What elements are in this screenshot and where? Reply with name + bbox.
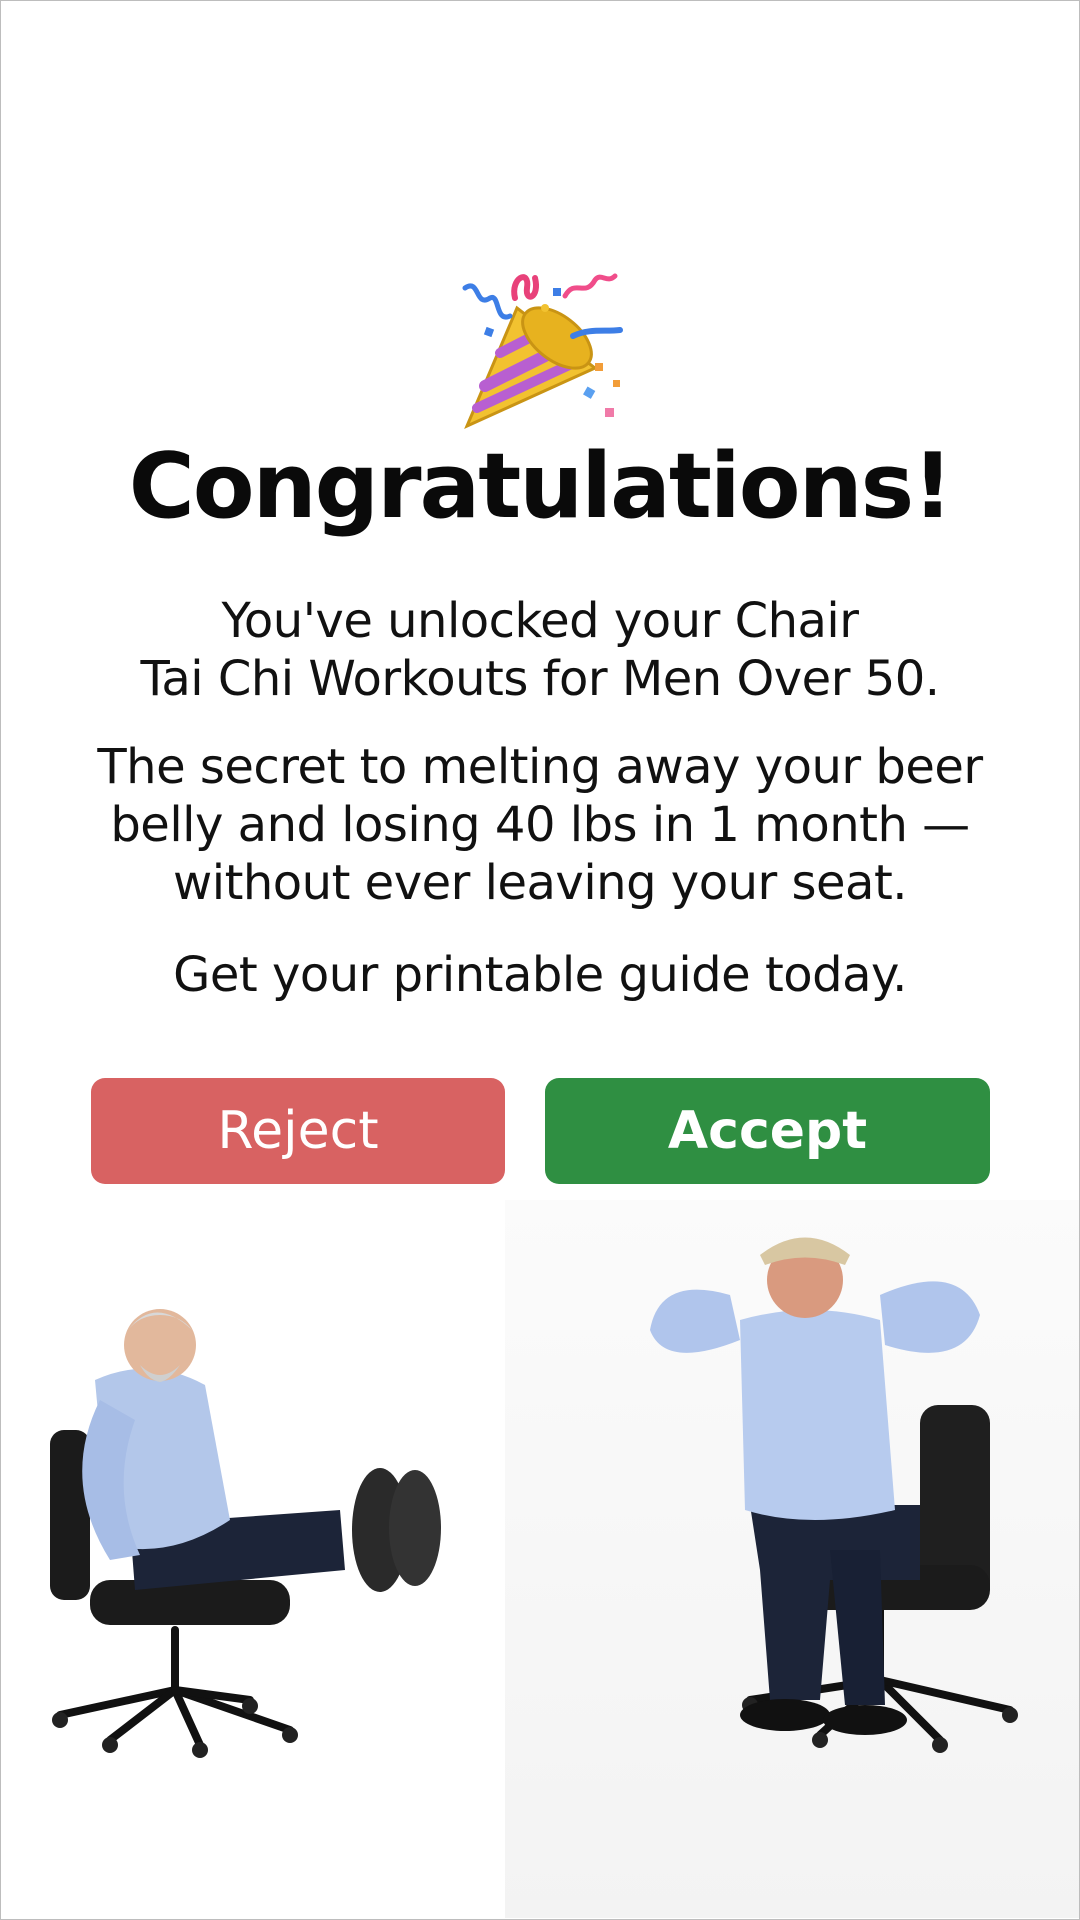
reject-button[interactable]: Reject — [91, 1078, 505, 1184]
unlock-line-2: Tai Chi Workouts for Men Over 50. — [140, 651, 940, 707]
promo-message: The secret to melting away your beer bel… — [40, 738, 1040, 912]
promo-line-1: The secret to melting away your beer — [97, 739, 983, 795]
page-title: Congratulations! — [128, 434, 954, 539]
guide-cta-text: Get your printable guide today. — [173, 947, 907, 1003]
promo-line-2: belly and losing 40 lbs in 1 month — — [110, 797, 970, 853]
unlock-message: You've unlocked your Chair Tai Chi Worko… — [40, 592, 1040, 708]
man-leg-raise-image — [50, 1309, 441, 1758]
party-popper-icon — [462, 273, 623, 429]
promo-line-3: without ever leaving your seat. — [172, 855, 908, 911]
unlock-line-1: You've unlocked your Chair — [221, 593, 859, 649]
man-seated-hands-behind-head-image — [650, 1237, 1018, 1753]
accept-button[interactable]: Accept — [545, 1078, 990, 1184]
